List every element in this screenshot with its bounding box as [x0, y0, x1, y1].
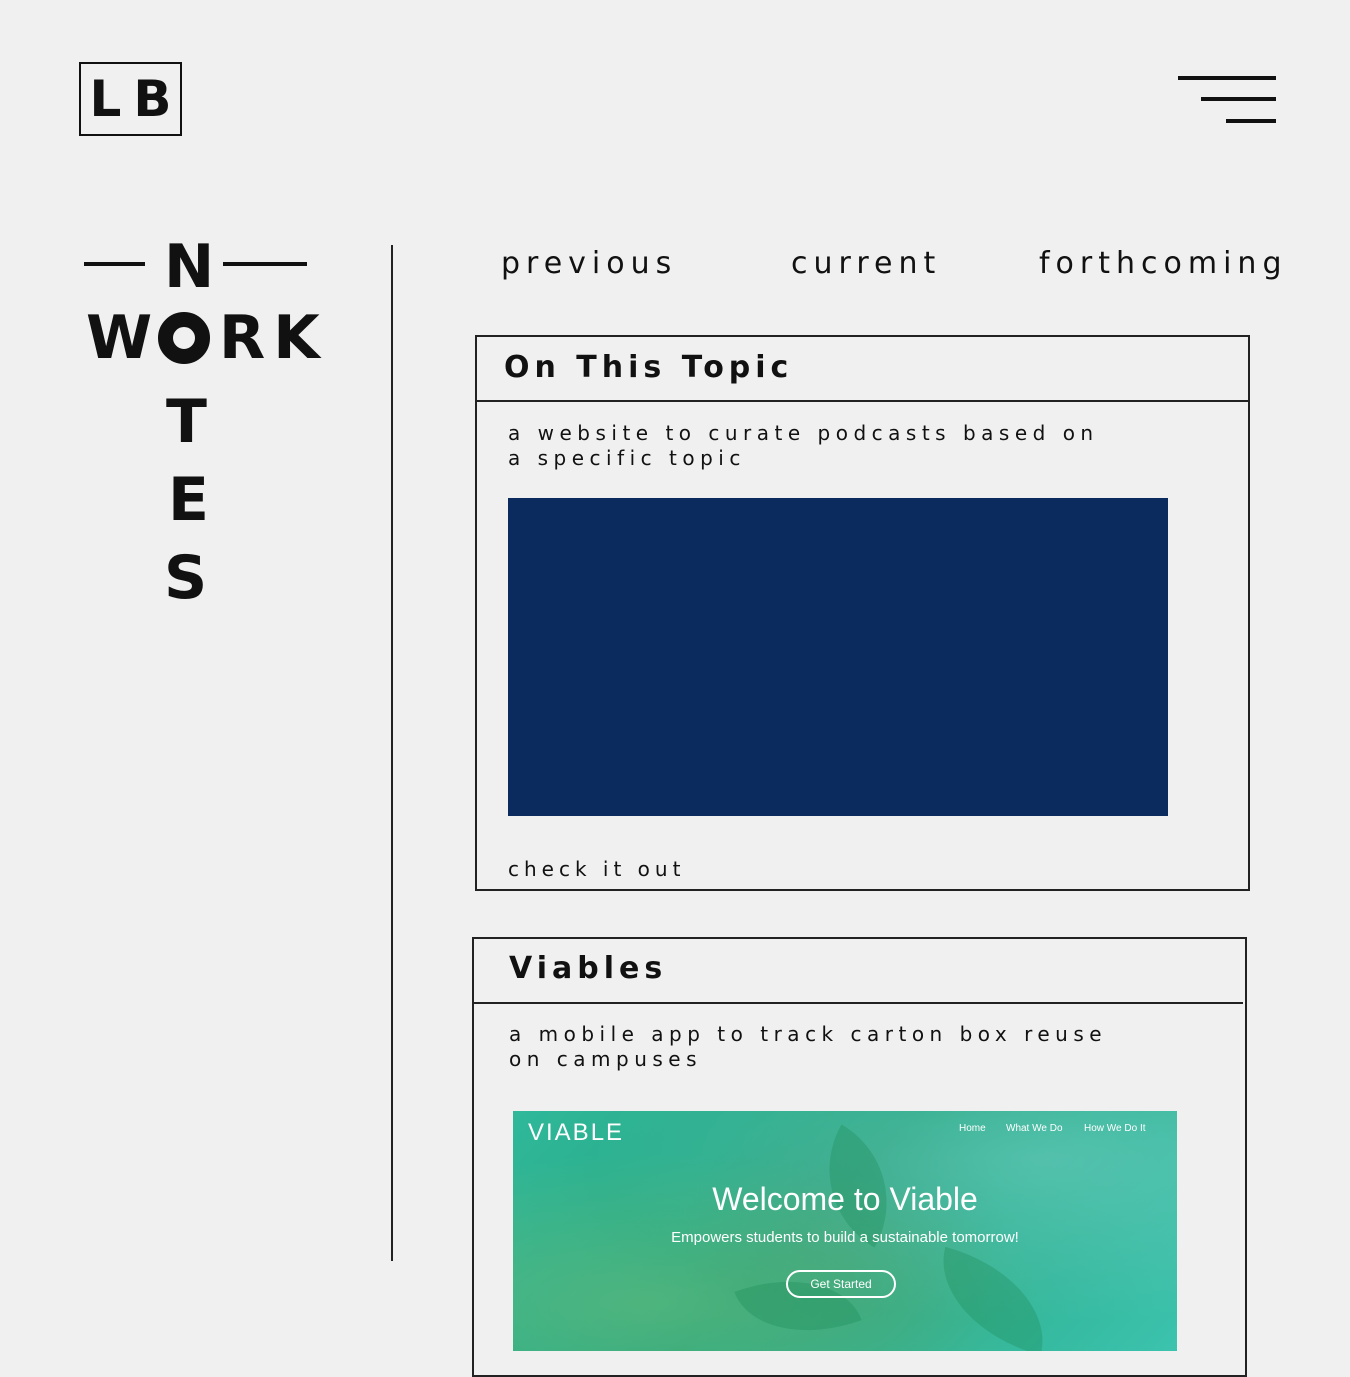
wordmark-letter-w: W [86, 303, 153, 373]
viable-nav-what-we-do[interactable]: What We Do [1006, 1123, 1063, 1134]
wordmark-letter-n: N [164, 232, 215, 302]
viable-nav-home[interactable]: Home [959, 1123, 986, 1134]
project-description: a mobile app to track carton box reuse o… [509, 1022, 1108, 1071]
vertical-divider [391, 245, 393, 1261]
nav-forthcoming[interactable]: forthcoming [1039, 246, 1288, 281]
project-card: Viables a mobile app to track carton box… [472, 937, 1247, 1377]
project-thumbnail[interactable] [508, 498, 1168, 816]
project-title: Viables [474, 939, 1243, 1004]
nav-previous[interactable]: previous [501, 246, 677, 281]
wordmark-letters-rk: RK [219, 303, 328, 373]
viable-nav-how-we-do-it[interactable]: How We Do It [1084, 1123, 1146, 1134]
project-title: On This Topic [477, 337, 1248, 402]
project-card: On This Topic a website to curate podcas… [475, 335, 1250, 891]
leaf-decoration [924, 1246, 1062, 1351]
viable-brand: VIABLE [528, 1119, 625, 1146]
wordmark-letter-e: E [168, 465, 209, 535]
site-logo[interactable]: LB [79, 62, 182, 136]
wordmark-right-line [223, 262, 307, 266]
viable-headline: Welcome to Viable [712, 1181, 978, 1217]
nav-current[interactable]: current [791, 246, 941, 281]
viable-subheadline: Empowers students to build a sustainable… [671, 1229, 1019, 1246]
project-screenshot[interactable]: VIABLE Home What We Do How We Do It Welc… [513, 1111, 1177, 1351]
project-description: a website to curate podcasts based on a … [508, 421, 1099, 470]
wordmark-letter-t: T [166, 387, 207, 457]
wordmark-letter-s: S [164, 543, 208, 613]
hamburger-menu-icon[interactable] [1176, 74, 1276, 128]
viable-get-started-button[interactable]: Get Started [786, 1270, 896, 1298]
leaf-decoration [734, 1254, 862, 1351]
wordmark-left-line [84, 262, 145, 266]
check-it-out-link[interactable]: check it out [508, 857, 685, 881]
wordmark-o-ring [158, 312, 210, 364]
